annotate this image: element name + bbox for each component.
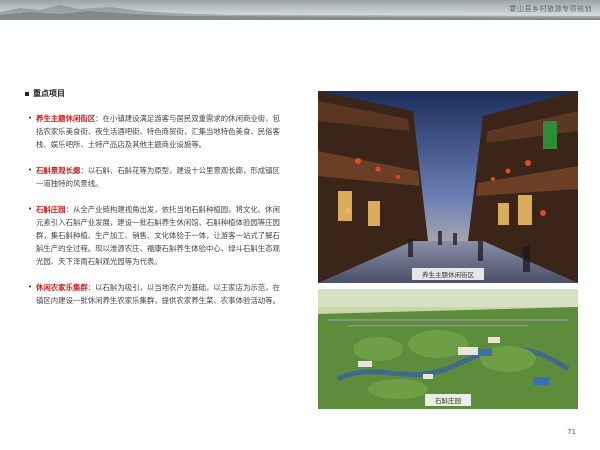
section-title: 重点项目	[25, 88, 65, 99]
square-bullet-icon	[25, 91, 29, 96]
bullet-icon: •	[28, 114, 33, 122]
section-title-text: 重点项目	[33, 89, 65, 98]
list-item: • 石斛庄园：从全产业链构建视角出发，依托当地石斛种植园，将文化、休闲元素引入石斛…	[28, 203, 286, 268]
bullet-icon: •	[28, 205, 33, 213]
aerial-rendering-photo: 石斛庄园	[318, 289, 578, 409]
photo-caption: 石斛庄园	[425, 394, 471, 406]
bullet-icon: •	[28, 166, 33, 174]
bullet-icon: •	[28, 283, 33, 291]
list-item: • 石斛景观长廊：以石斛、石斛花等为原型，建设十公里景观长廊，形成镇区一道独特的风…	[28, 164, 286, 190]
header-band: 霍山县乡村旅游专项规划	[0, 0, 600, 20]
page-number: 71	[567, 428, 576, 436]
item-name: 石斛景观长廊	[36, 166, 81, 175]
item-name: 石斛庄园	[36, 205, 66, 214]
list-item: • 养生主题休闲街区：在小镇建设满足游客与居民双重需求的休闲商业街，包括农家乐美食…	[28, 112, 286, 151]
photo-caption: 养生主题休闲街区	[412, 268, 484, 280]
item-name: 休闲农家乐集群	[36, 283, 88, 292]
item-text: ：从全产业链构建视角出发，依托当地石斛种植园，将文化、休闲元素引入石斛产业发展，…	[36, 205, 280, 266]
street-rendering-photo: 养生主题休闲街区	[318, 91, 578, 283]
project-list: • 养生主题休闲街区：在小镇建设满足游客与居民双重需求的休闲商业街，包括农家乐美食…	[28, 112, 286, 320]
item-name: 养生主题休闲街区	[36, 114, 96, 123]
header-title: 霍山县乡村旅游专项规划	[509, 5, 592, 13]
list-item: • 休闲农家乐集群：以石斛为吸引，以当地农户为基础，以王家店为示范，在镇区内建设一…	[28, 281, 286, 307]
